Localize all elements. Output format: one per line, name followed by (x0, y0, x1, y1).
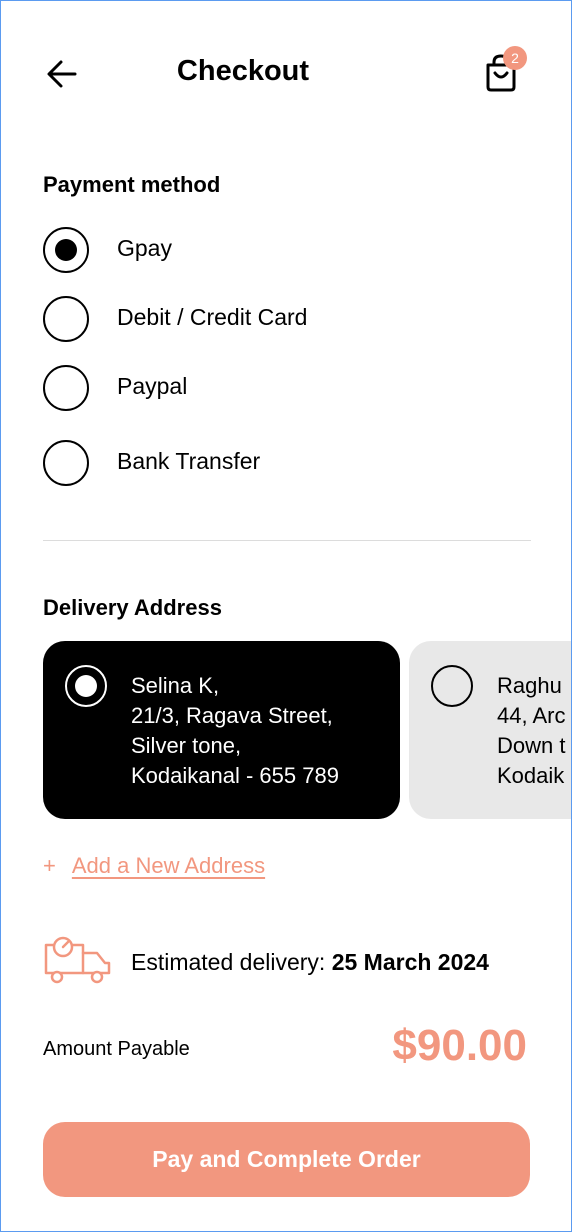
delivery-address-title: Delivery Address (43, 595, 222, 620)
radio-button-selected[interactable] (65, 665, 107, 707)
radio-button[interactable] (431, 665, 473, 707)
radio-button[interactable] (43, 440, 89, 486)
payment-option-label: Gpay (117, 235, 172, 261)
payment-option-paypal[interactable]: Paypal (43, 365, 523, 413)
estimated-delivery: Estimated delivery: 25 March 2024 (131, 949, 489, 975)
radio-button-selected[interactable] (43, 227, 89, 273)
add-new-address-link[interactable]: + Add a New Address (43, 853, 265, 879)
payment-option-label: Paypal (117, 373, 188, 399)
section-divider (43, 540, 531, 541)
page-title: Checkout (176, 55, 310, 87)
payment-method-title: Payment method (43, 172, 221, 197)
checkout-screen: Checkout 2 Payment method Gpay Debit / C… (0, 0, 572, 1232)
payment-option-label: Debit / Credit Card (117, 304, 308, 330)
address-card[interactable]: Raghu 44, Arc Down t Kodaik (409, 641, 571, 819)
cart-count-badge: 2 (503, 46, 527, 70)
address-text: Raghu 44, Arc Down t Kodaik (497, 673, 566, 788)
radio-button[interactable] (43, 365, 89, 411)
delivery-truck-icon (43, 935, 113, 985)
address-card-selected[interactable]: Selina K, 21/3, Ragava Street, Silver to… (43, 641, 400, 819)
amount-payable-value: $90.00 (392, 1021, 527, 1070)
address-text: Selina K, 21/3, Ragava Street, Silver to… (131, 673, 339, 788)
delivery-date: 25 March 2024 (331, 949, 489, 975)
plus-icon: + (43, 853, 56, 878)
add-new-address-label: Add a New Address (71, 853, 266, 878)
amount-payable-label: Amount Payable (43, 1038, 190, 1060)
payment-option-card[interactable]: Debit / Credit Card (43, 296, 523, 344)
pay-and-complete-order-button[interactable]: Pay and Complete Order (43, 1122, 530, 1197)
payment-option-gpay[interactable]: Gpay (43, 227, 523, 275)
payment-option-label: Bank Transfer (117, 448, 261, 474)
radio-button[interactable] (43, 296, 89, 342)
payment-option-bank-transfer[interactable]: Bank Transfer (43, 440, 523, 488)
